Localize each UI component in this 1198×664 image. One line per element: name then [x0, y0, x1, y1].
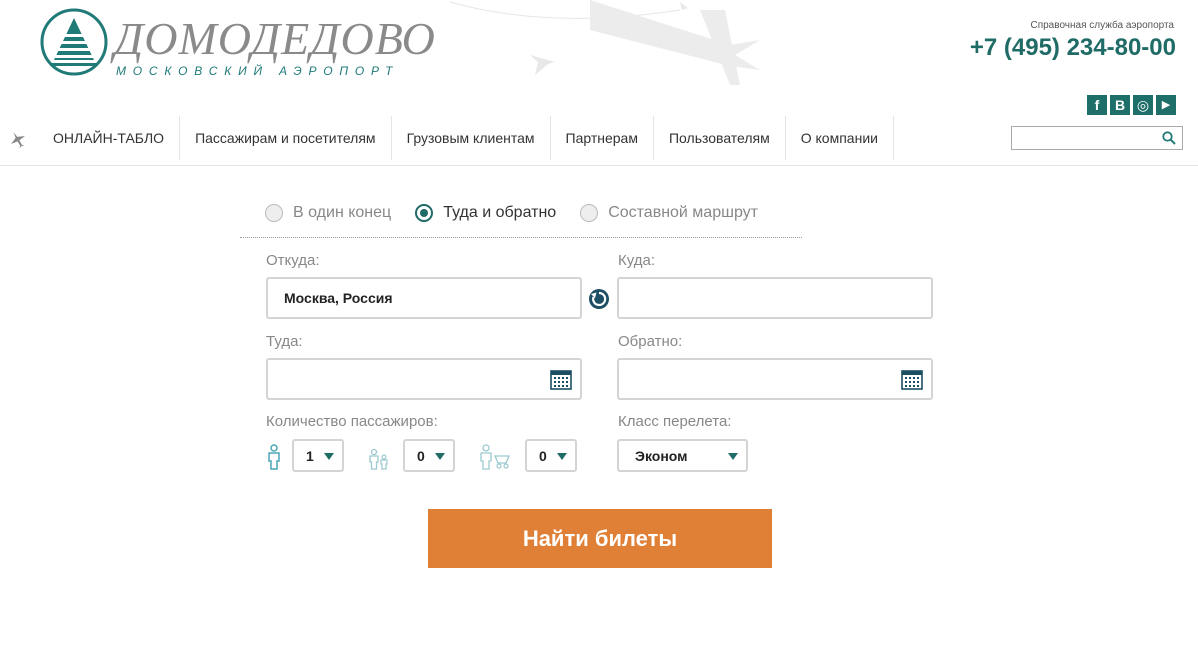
chevron-down-icon: [324, 453, 334, 460]
main-nav: ОНЛАЙН-ТАБЛО Пассажирам и посетителям Гр…: [0, 116, 1198, 166]
nav-item-online-board[interactable]: ОНЛАЙН-ТАБЛО: [38, 116, 181, 160]
from-value: Москва, Россия: [284, 290, 393, 306]
nav-item-users[interactable]: Пользователям: [654, 116, 786, 160]
instagram-icon[interactable]: ◎: [1133, 95, 1153, 115]
social-links: f B ◎ ▶: [1087, 95, 1176, 115]
nav-item-cargo[interactable]: Грузовым клиентам: [392, 116, 551, 160]
adults-select[interactable]: 1: [292, 439, 344, 472]
trip-type-label: Составной маршрут: [608, 204, 758, 221]
radio-round-trip[interactable]: [415, 204, 434, 222]
radio-one-way[interactable]: [265, 204, 283, 222]
facebook-icon[interactable]: f: [1087, 95, 1107, 115]
trip-type-multi-city[interactable]: Составной маршрут: [580, 204, 758, 222]
trip-type-selector: В один конец Туда и обратно Составной ма…: [265, 204, 758, 222]
infant-icon: [480, 444, 510, 470]
infants-value: 0: [539, 448, 547, 464]
class-label: Класс перелета:: [618, 413, 732, 430]
radio-multi-city[interactable]: [580, 204, 599, 222]
domodedovo-logo-icon[interactable]: [40, 8, 108, 76]
help-service-label: Справочная служба аэропорта: [1030, 20, 1174, 31]
vk-icon[interactable]: B: [1110, 95, 1130, 115]
site-search: [1011, 126, 1183, 150]
child-icon: [369, 448, 388, 470]
from-field[interactable]: Москва, Россия: [266, 277, 582, 319]
chevron-down-icon: [728, 453, 738, 460]
calendar-icon[interactable]: [901, 368, 923, 390]
nav-item-partners[interactable]: Партнерам: [551, 116, 654, 160]
nav-item-passengers[interactable]: Пассажирам и посетителям: [180, 116, 392, 160]
passengers-label: Количество пассажиров:: [266, 413, 438, 430]
trip-type-label: Туда и обратно: [443, 204, 557, 221]
depart-date-field[interactable]: [266, 358, 582, 400]
swap-direction-icon[interactable]: [588, 286, 610, 310]
divider: [240, 237, 802, 238]
return-label: Обратно:: [618, 333, 683, 350]
adult-icon: [268, 444, 280, 470]
calendar-icon[interactable]: [550, 368, 572, 390]
youtube-icon[interactable]: ▶: [1156, 95, 1176, 115]
background-planes-icon: [449, 0, 760, 85]
class-value: Эконом: [635, 448, 688, 464]
children-value: 0: [417, 448, 425, 464]
site-header: ДОМОДЕДОВО МОСКОВСКИЙ АЭРОПОРТ Справочна…: [0, 0, 1198, 115]
trip-type-one-way[interactable]: В один конец: [265, 204, 391, 222]
return-date-field[interactable]: [617, 358, 933, 400]
to-label: Куда:: [618, 252, 656, 269]
logo-title[interactable]: ДОМОДЕДОВО: [114, 14, 436, 64]
search-input[interactable]: [1012, 127, 1158, 149]
adults-value: 1: [306, 448, 314, 464]
chevron-down-icon: [435, 453, 445, 460]
to-field[interactable]: [617, 277, 933, 319]
depart-label: Туда:: [266, 333, 303, 350]
trip-type-label: В один конец: [293, 204, 392, 221]
nav-menu: ОНЛАЙН-ТАБЛО Пассажирам и посетителям Гр…: [38, 116, 894, 160]
from-label: Откуда:: [266, 252, 320, 269]
chevron-down-icon: [557, 453, 567, 460]
logo-subtitle: МОСКОВСКИЙ АЭРОПОРТ: [116, 64, 400, 78]
search-icon[interactable]: [1162, 131, 1176, 145]
trip-type-round-trip[interactable]: Туда и обратно: [415, 204, 556, 222]
help-phone-number[interactable]: +7 (495) 234-80-00: [970, 34, 1176, 62]
airplane-icon: [11, 132, 25, 149]
children-select[interactable]: 0: [403, 439, 455, 472]
infants-select[interactable]: 0: [525, 439, 577, 472]
find-tickets-button[interactable]: Найти билеты: [428, 509, 772, 568]
nav-item-about[interactable]: О компании: [786, 116, 894, 160]
class-select[interactable]: Эконом: [617, 439, 748, 472]
